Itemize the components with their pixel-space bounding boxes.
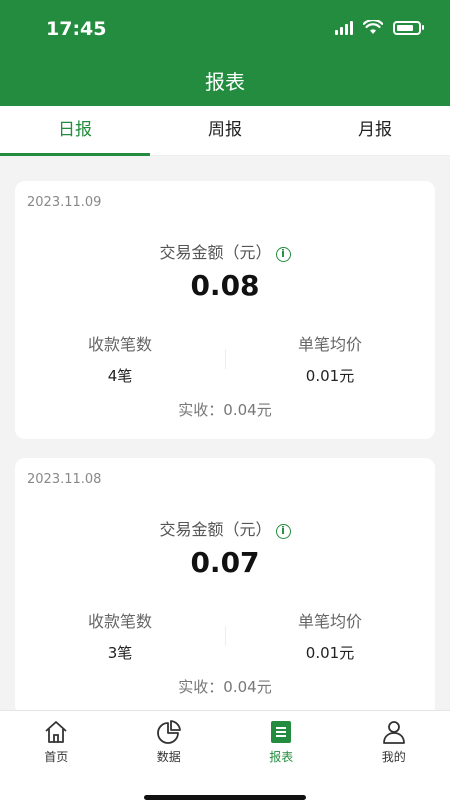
- amount-label-row: 交易金额（元） i: [15, 239, 435, 263]
- page-title: 报表: [205, 70, 245, 94]
- status-time: 17:45: [46, 18, 107, 40]
- average-value: 0.01元: [305, 644, 355, 662]
- report-date: 2023.11.09: [27, 195, 102, 210]
- count-label: 收款笔数: [87, 612, 152, 631]
- average-stat: 单笔均价 0.01元: [225, 331, 435, 386]
- report-list[interactable]: 2023.11.09 交易金额（元） i 0.08 收款笔数 4笔 单笔均价 0.…: [0, 157, 450, 710]
- count-label: 收款笔数: [87, 335, 152, 354]
- count-stat: 收款笔数 4笔: [15, 331, 225, 386]
- nav-report[interactable]: 报表: [225, 711, 338, 773]
- nav-data[interactable]: 数据: [113, 711, 226, 773]
- count-value: 4笔: [107, 367, 133, 385]
- report-tabs: 日报 周报 月报: [0, 106, 450, 156]
- average-label: 单笔均价: [297, 612, 362, 631]
- report-card[interactable]: 2023.11.08 交易金额（元） i 0.07 收款笔数 3笔 单笔均价 0.…: [15, 458, 435, 710]
- count-stat: 收款笔数 3笔: [15, 608, 225, 663]
- count-value: 3笔: [107, 644, 133, 662]
- wifi-icon: [363, 20, 383, 34]
- average-stat: 单笔均价 0.01元: [225, 608, 435, 663]
- average-label: 单笔均价: [297, 335, 362, 354]
- home-indicator: [144, 795, 306, 800]
- amount-label: 交易金额（元）: [159, 520, 272, 539]
- status-bar: 17:45: [0, 0, 450, 60]
- info-icon[interactable]: i: [275, 524, 291, 539]
- tab-monthly[interactable]: 月报: [300, 106, 450, 155]
- battery-tip: [422, 25, 424, 30]
- average-value: 0.01元: [305, 367, 355, 385]
- report-date: 2023.11.08: [27, 472, 102, 487]
- status-icons: [335, 20, 424, 35]
- info-icon[interactable]: i: [275, 247, 291, 262]
- nav-mine[interactable]: 我的: [338, 711, 450, 773]
- bottom-navigation: 首页 数据 报表 我的: [0, 710, 450, 800]
- tab-daily[interactable]: 日报: [0, 106, 150, 156]
- battery-icon: [393, 20, 421, 35]
- cellular-signal-icon: [335, 20, 353, 35]
- nav-label: 报表: [269, 750, 294, 764]
- pie-chart-icon: [156, 720, 181, 744]
- report-icon: [271, 721, 292, 743]
- nav-home[interactable]: 首页: [0, 711, 113, 773]
- report-card[interactable]: 2023.11.09 交易金额（元） i 0.08 收款笔数 4笔 单笔均价 0.…: [15, 181, 435, 439]
- tab-weekly[interactable]: 周报: [150, 106, 300, 155]
- nav-label: 数据: [156, 750, 181, 764]
- user-icon: [382, 721, 405, 744]
- actual-received: 实收：0.04元: [178, 401, 272, 419]
- amount-label-row: 交易金额（元） i: [15, 516, 435, 540]
- nav-label: 我的: [381, 750, 406, 764]
- nav-label: 首页: [44, 750, 69, 764]
- transaction-amount: 0.07: [190, 546, 260, 579]
- transaction-amount: 0.08: [190, 269, 260, 302]
- app-header: 17:45 报表: [0, 0, 450, 106]
- home-icon: [45, 721, 67, 743]
- actual-received: 实收：0.04元: [178, 678, 272, 696]
- amount-label: 交易金额（元）: [159, 243, 272, 262]
